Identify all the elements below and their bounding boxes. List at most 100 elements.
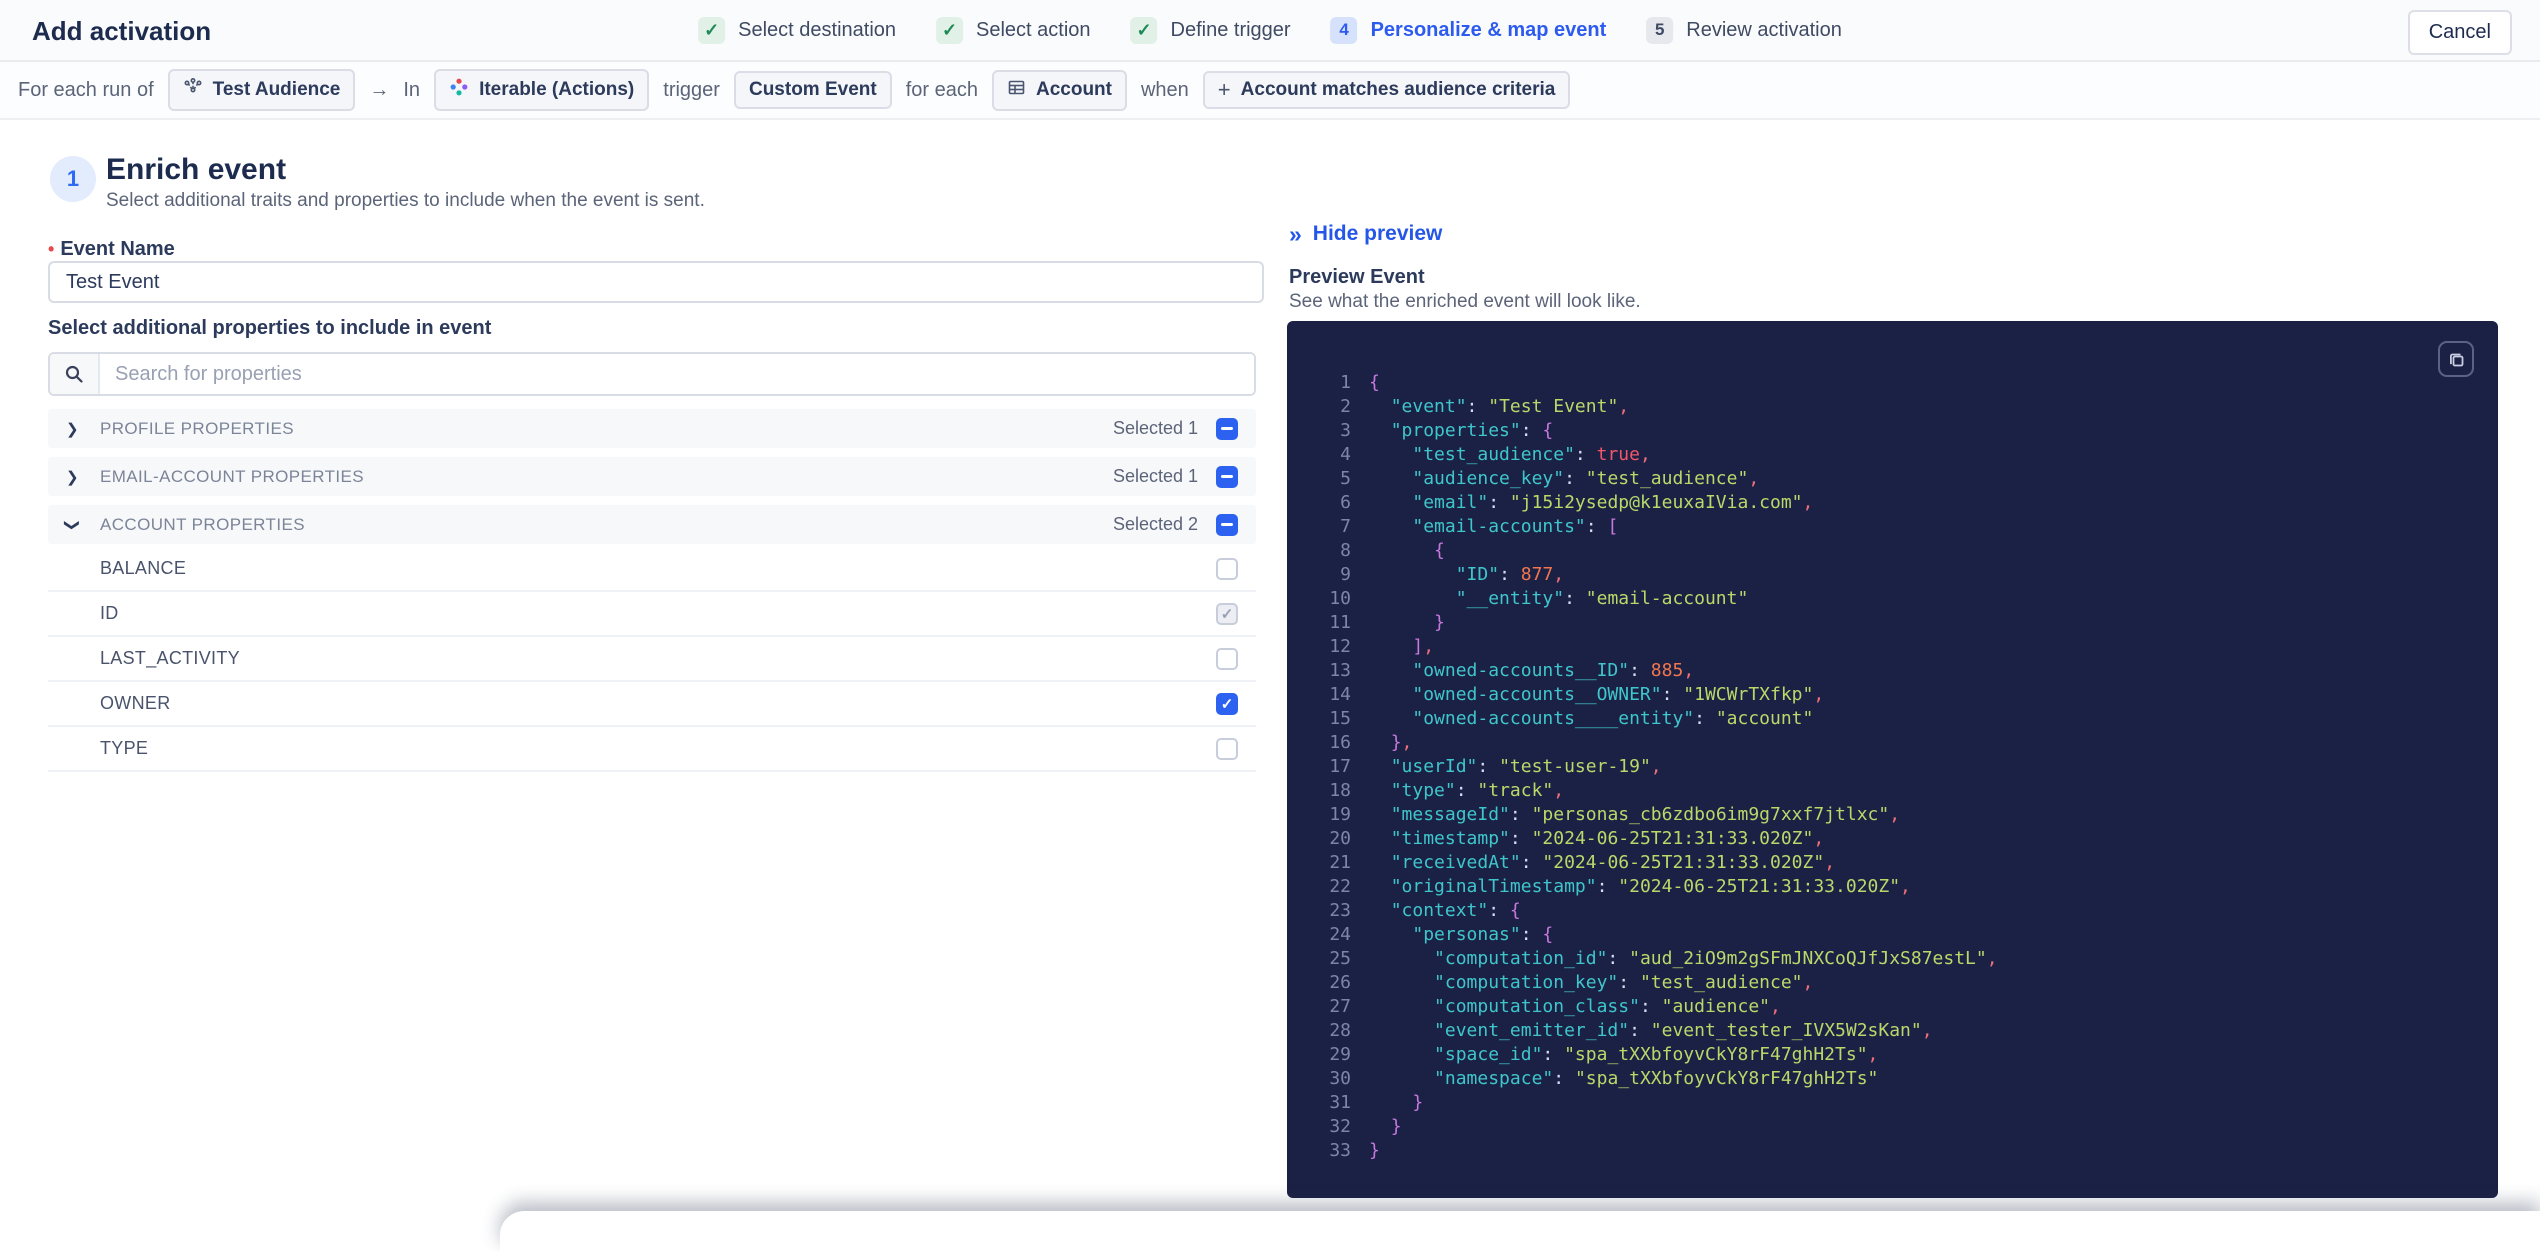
group-checkbox-indeterminate[interactable] (1216, 417, 1238, 440)
code-text: "type": "track", (1390, 780, 1565, 801)
chevron-right-icon: ❯ (66, 420, 79, 438)
code-line: 33} (1287, 1139, 2498, 1163)
wizard-step[interactable]: ✓ Select action (936, 16, 1091, 44)
code-line: 11 } (1287, 611, 2498, 635)
cancel-button[interactable]: Cancel (2407, 10, 2512, 55)
line-number: 23 (1329, 900, 1351, 921)
code-line: 13 "owned-accounts__ID": 885, (1287, 659, 2498, 683)
code-line: 24 "personas": { (1287, 923, 2498, 947)
summary-badge[interactable]: Account (991, 69, 1127, 111)
property-label: LAST_ACTIVITY (100, 648, 240, 668)
line-number: 20 (1329, 828, 1351, 849)
search-input[interactable] (100, 354, 1254, 394)
property-row[interactable]: OWNER ✓ (48, 682, 1256, 727)
property-row[interactable]: ID ✓ (48, 592, 1256, 637)
code-line: 7 "email-accounts": [ (1287, 515, 2498, 539)
code-text: "event": "Test Event", (1390, 396, 1630, 417)
line-number: 7 (1340, 516, 1351, 537)
code-line: 14 "owned-accounts__OWNER": "1WCWrTXfkp"… (1287, 683, 2498, 707)
event-name-label: • Event Name (48, 238, 175, 261)
property-row[interactable]: TYPE (48, 727, 1256, 772)
selected-count: Selected 1 (1112, 418, 1198, 438)
property-checkbox-checked[interactable]: ✓ (1216, 692, 1238, 715)
wizard-step[interactable]: 5 Review activation (1646, 16, 1842, 44)
code-text: "computation_class": "audience", (1434, 996, 1781, 1017)
code-text: "__entity": "email-account" (1455, 588, 1749, 609)
line-number: 22 (1329, 876, 1351, 897)
event-name-input[interactable] (48, 261, 1264, 303)
line-number: 24 (1329, 924, 1351, 945)
line-number: 11 (1329, 612, 1351, 633)
code-line: 16 }, (1287, 731, 2498, 755)
code-text: "owned-accounts__ID": 885, (1412, 660, 1695, 681)
code-line: 21 "receivedAt": "2024-06-25T21:31:33.02… (1287, 851, 2498, 875)
hide-preview-label: Hide preview (1312, 222, 1443, 245)
summary-text: for each (905, 78, 978, 101)
summary-badge-label: Iterable (Actions) (479, 79, 635, 100)
line-number: 13 (1329, 660, 1351, 681)
summary-badge[interactable]: Iterable (Actions) (434, 69, 650, 111)
line-number: 29 (1329, 1044, 1351, 1065)
table-icon (1007, 78, 1026, 103)
code-line: 23 "context": { (1287, 899, 2498, 923)
property-checkbox-checked-disabled[interactable]: ✓ (1216, 602, 1238, 625)
code-line: 1{ (1287, 371, 2498, 395)
line-number: 14 (1329, 684, 1351, 705)
summary-badge[interactable]: Custom Event (733, 71, 892, 109)
code-text: "email": "j15i2ysedp@k1euxaIVia.com", (1412, 492, 1814, 513)
property-group-label: EMAIL-ACCOUNT PROPERTIES (100, 466, 365, 486)
step-label: Select destination (738, 18, 897, 41)
property-checkbox-unchecked[interactable] (1216, 557, 1238, 580)
code-text: "event_emitter_id": "event_tester_IVX5W2… (1434, 1020, 1933, 1041)
wizard-header: Add activation ✓ Select destination ✓ Selec… (0, 0, 2540, 62)
line-number: 6 (1340, 492, 1351, 513)
property-group-row[interactable]: ❯ PROFILE PROPERTIES Selected 1 (48, 409, 1256, 448)
summary-text: For each run of (18, 78, 154, 101)
event-name-label-text: Event Name (60, 238, 175, 260)
line-number: 1 (1340, 372, 1351, 393)
code-text: "space_id": "spa_tXXbfoyvCkY8rF47ghH2Ts"… (1434, 1044, 1879, 1065)
property-label: TYPE (100, 738, 149, 758)
line-number: 5 (1340, 468, 1351, 489)
code-line: 30 "namespace": "spa_tXXbfoyvCkY8rF47ghH… (1287, 1067, 2498, 1091)
wizard-step[interactable]: ✓ Select destination (698, 16, 897, 44)
code-text: "ID": 877, (1455, 564, 1565, 585)
property-group-row[interactable]: ❯ ACCOUNT PROPERTIES Selected 2 (48, 505, 1256, 544)
property-checkbox-unchecked[interactable] (1216, 647, 1238, 670)
code-text: "originalTimestamp": "2024-06-25T21:31:3… (1390, 876, 1911, 897)
code-line: 20 "timestamp": "2024-06-25T21:31:33.020… (1287, 827, 2498, 851)
group-checkbox-indeterminate[interactable] (1216, 465, 1238, 488)
summary-badge[interactable]: + Account matches audience criteria (1202, 71, 1571, 109)
chevron-down-icon: ❯ (63, 518, 81, 531)
line-number: 8 (1340, 540, 1351, 561)
property-checkbox-unchecked[interactable] (1216, 737, 1238, 760)
line-number: 12 (1329, 636, 1351, 657)
code-text: "properties": { (1390, 420, 1554, 441)
wizard-step[interactable]: ✓ Define trigger (1130, 16, 1291, 44)
activation-summary-bar: For each run of Test Audience → In Iterable … (0, 62, 2540, 120)
summary-badge[interactable]: Test Audience (167, 69, 356, 111)
code-line: 3 "properties": { (1287, 419, 2498, 443)
code-text: "test_audience": true, (1412, 444, 1651, 465)
property-row[interactable]: LAST_ACTIVITY (48, 637, 1256, 682)
code-line: 25 "computation_id": "aud_2iO9m2gSFmJNXC… (1287, 947, 2498, 971)
wizard-step[interactable]: 4 Personalize & map event (1330, 16, 1607, 44)
line-number: 32 (1329, 1116, 1351, 1137)
enrich-title: Enrich event (106, 153, 287, 186)
enrich-step-number: 1 (50, 156, 96, 202)
hide-preview-link[interactable]: » Hide preview (1289, 222, 1442, 246)
preview-subtitle: See what the enriched event will look li… (1289, 291, 1641, 312)
wizard-steps: ✓ Select destination ✓ Select action ✓ Define… (698, 0, 1842, 60)
line-number: 31 (1329, 1092, 1351, 1113)
preview-title: Preview Event (1289, 266, 1425, 288)
line-number: 17 (1329, 756, 1351, 777)
property-group-row[interactable]: ❯ EMAIL-ACCOUNT PROPERTIES Selected 1 (48, 457, 1256, 496)
summary-text: → (369, 78, 390, 101)
property-row[interactable]: BALANCE (48, 547, 1256, 592)
code-line: 28 "event_emitter_id": "event_tester_IVX… (1287, 1019, 2498, 1043)
selected-count: Selected 1 (1112, 466, 1198, 486)
property-label: ID (100, 603, 119, 623)
step-label: Personalize & map event (1370, 18, 1607, 41)
line-number: 3 (1340, 420, 1351, 441)
group-checkbox-indeterminate[interactable] (1216, 513, 1238, 536)
